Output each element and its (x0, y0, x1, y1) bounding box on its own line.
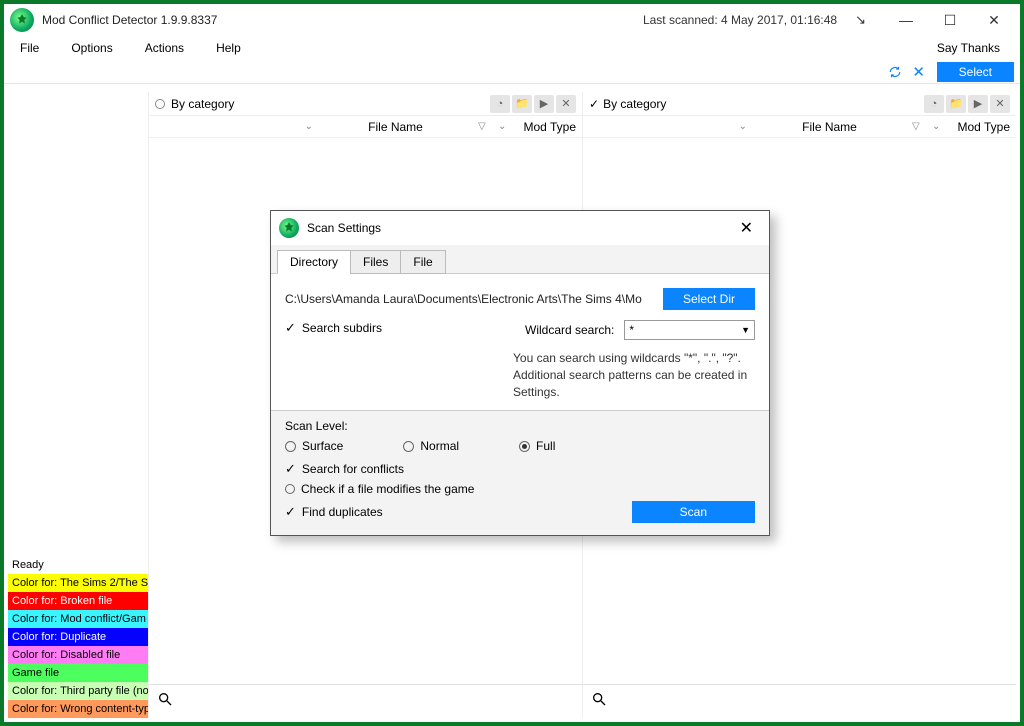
app-icon (279, 218, 299, 238)
menu-actions[interactable]: Actions (139, 38, 190, 58)
radio-icon[interactable] (155, 99, 165, 109)
select-dir-button[interactable]: Select Dir (663, 288, 755, 310)
legend-item: Color for: Wrong content-typ (8, 700, 148, 718)
check-icon: ✓ (285, 504, 296, 520)
menu-file[interactable]: File (14, 38, 45, 58)
scan-level-full[interactable]: Full (519, 439, 555, 453)
search-subdirs-checkbox[interactable]: ✓ Search subdirs (285, 320, 382, 336)
search-subdirs-label: Search subdirs (302, 321, 382, 335)
col-mod-type[interactable]: Mod Type (518, 120, 582, 134)
scan-level-label: Scan Level: (285, 419, 755, 433)
filter-icon[interactable]: ▽ (478, 121, 498, 132)
refresh-icon[interactable] (885, 62, 905, 82)
chevron-down-icon[interactable]: ⌄ (932, 121, 952, 132)
check-icon: ✓ (285, 461, 296, 477)
radio-icon (403, 441, 414, 452)
find-duplicates-checkbox[interactable]: ✓ Find duplicates (285, 504, 383, 520)
close-button[interactable]: ✕ (972, 6, 1016, 34)
radio-icon (519, 441, 530, 452)
menu-help[interactable]: Help (210, 38, 247, 58)
legend-item: Color for: Duplicate (8, 628, 148, 646)
app-icon (10, 8, 34, 32)
by-category-label[interactable]: By category (171, 97, 234, 111)
scan-button[interactable]: Scan (632, 501, 755, 523)
minimize-button[interactable]: — (884, 6, 928, 34)
scan-settings-dialog: Scan Settings ✕ Directory Files File Sel… (270, 210, 770, 536)
folder-icon[interactable]: 📁 (946, 95, 966, 113)
search-conflicts-checkbox[interactable]: ✓ Search for conflicts (285, 461, 755, 477)
legend-item: Color for: Broken file (8, 592, 148, 610)
dialog-close-button[interactable]: ✕ (732, 218, 761, 238)
wildcard-select[interactable]: * ▼ (624, 320, 755, 340)
radio-icon (285, 484, 295, 494)
search-icon[interactable] (591, 691, 607, 712)
wildcard-label: Wildcard search: (525, 323, 614, 337)
by-category-label[interactable]: By category (603, 97, 666, 111)
legend-item: Game file (8, 664, 148, 682)
check-icon[interactable]: ✓ (589, 97, 599, 111)
chevron-down-icon: ▼ (741, 325, 750, 335)
scan-level-normal[interactable]: Normal (403, 439, 459, 453)
legend-item: Color for: The Sims 2/The Sim (8, 574, 148, 592)
maximize-button[interactable]: ☐ (928, 6, 972, 34)
folder-x-icon[interactable]: ✕ (556, 95, 576, 113)
legend-item: Color for: Mod conflict/Gam (8, 610, 148, 628)
clear-icon[interactable]: ✕ (909, 62, 929, 82)
folder-icon[interactable]: 📁 (512, 95, 532, 113)
chevron-down-icon[interactable]: ⌄ (498, 121, 518, 132)
wildcard-help-text: You can search using wildcards "*", ".",… (513, 350, 755, 400)
status-ready: Ready (8, 556, 148, 574)
col-mod-type[interactable]: Mod Type (952, 120, 1016, 134)
status-legend: Ready Color for: The Sims 2/The Sim Colo… (8, 556, 148, 718)
radio-icon (285, 441, 296, 452)
folder-x-icon[interactable]: ✕ (990, 95, 1010, 113)
folder-play-icon[interactable]: ▶ (534, 95, 554, 113)
filter-icon[interactable]: ▽ (912, 121, 932, 132)
app-title: Mod Conflict Detector 1.9.9.8337 (42, 13, 217, 27)
check-icon: ✓ (285, 320, 296, 336)
legend-item: Color for: Third party file (no (8, 682, 148, 700)
chart-icon[interactable]: ◔ (490, 95, 510, 113)
select-button[interactable]: Select (937, 62, 1014, 82)
wildcard-value: * (629, 323, 634, 337)
folder-play-icon[interactable]: ▶ (968, 95, 988, 113)
tab-file[interactable]: File (400, 250, 445, 274)
col-file-name[interactable]: File Name (313, 120, 478, 134)
check-modifies-checkbox[interactable]: Check if a file modifies the game (285, 482, 755, 496)
chart-icon[interactable]: ◔ (924, 95, 944, 113)
dropdown-icon[interactable]: ↘ (855, 12, 866, 28)
scan-level-surface[interactable]: Surface (285, 439, 343, 453)
dialog-title: Scan Settings (307, 221, 381, 235)
legend-item: Color for: Disabled file (8, 646, 148, 664)
col-file-name[interactable]: File Name (747, 120, 912, 134)
chevron-down-icon[interactable]: ⌄ (173, 121, 313, 132)
menu-options[interactable]: Options (65, 38, 118, 58)
last-scanned-label: Last scanned: 4 May 2017, 01:16:48 (643, 13, 837, 27)
search-icon[interactable] (157, 691, 173, 712)
tab-files[interactable]: Files (350, 250, 401, 274)
directory-input[interactable] (285, 292, 653, 306)
chevron-down-icon[interactable]: ⌄ (607, 121, 747, 132)
tab-directory[interactable]: Directory (277, 250, 351, 274)
say-thanks-link[interactable]: Say Thanks (937, 41, 1010, 55)
